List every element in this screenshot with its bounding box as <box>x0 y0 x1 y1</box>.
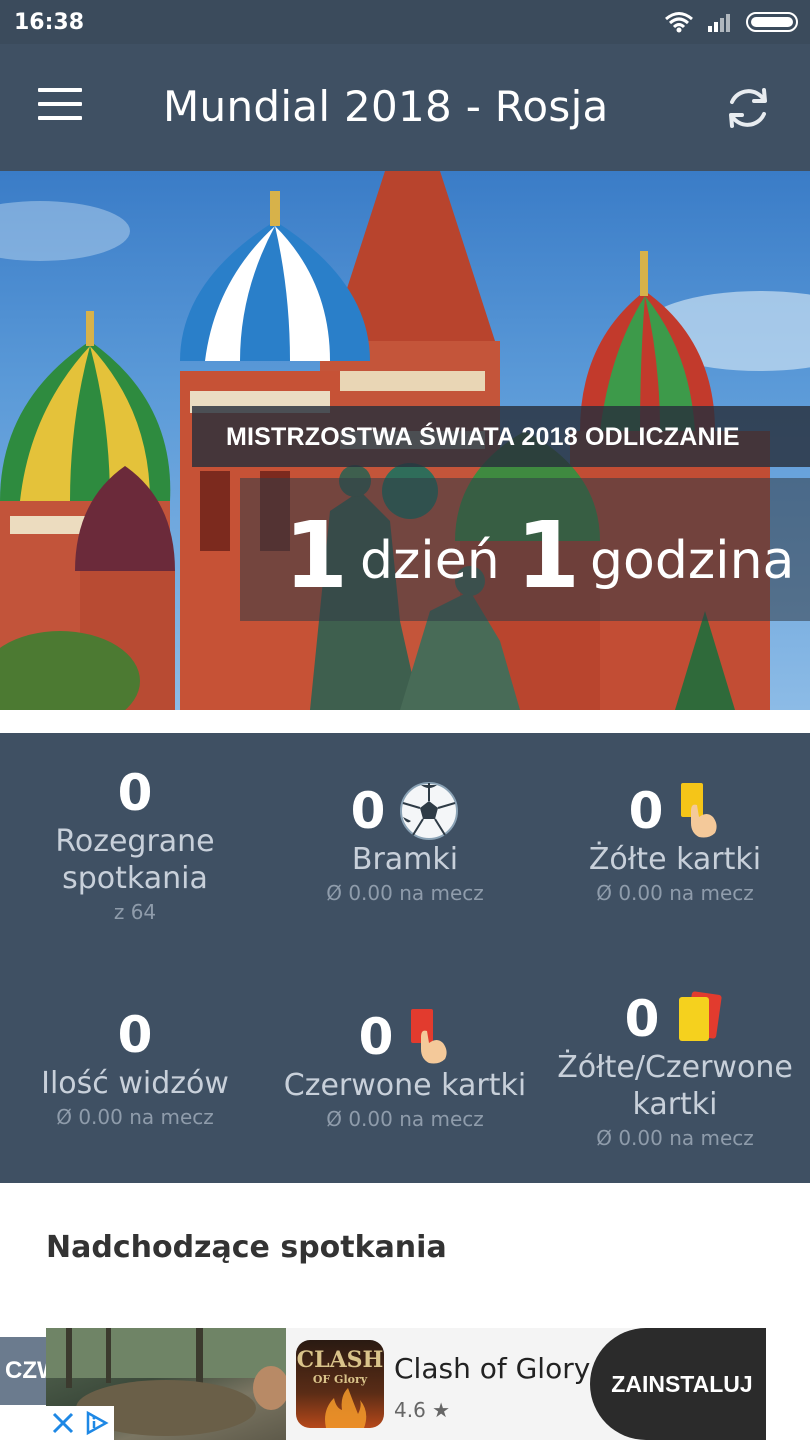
countdown-label-box: MISTRZOSTWA ŚWIATA 2018 ODLICZANIE <box>192 406 810 467</box>
stat-value: 0 <box>117 764 153 822</box>
ad-rating: 4.6 ★ <box>394 1398 451 1422</box>
stat-matches-played: 0 Rozegrane spotkania z 64 <box>0 763 270 927</box>
stat-sub: z 64 <box>113 900 157 924</box>
stat-sub: Ø 0.00 na mecz <box>596 881 754 905</box>
stat-label: Żółte kartki <box>588 842 762 877</box>
status-icons <box>664 10 798 34</box>
stat-red-cards: 0 Czerwone kartki Ø 0.00 na mecz <box>270 1007 540 1134</box>
wifi-icon <box>665 12 693 33</box>
yellow-card-icon <box>681 783 717 838</box>
hero-banner: MISTRZOSTWA ŚWIATA 2018 ODLICZANIE 1 dzi… <box>0 171 810 710</box>
stat-yellow-red-cards: 0 Żółte/Czerwone kartki Ø 0.00 na mecz <box>540 989 810 1153</box>
yellow-red-card-icon <box>679 991 722 1041</box>
upcoming-matches-title: Nadchodzące spotkania <box>46 1230 447 1265</box>
status-time: 16:38 <box>14 10 85 35</box>
stat-label: Żółte/Czerwone <box>557 1050 793 1085</box>
countdown-timer: 1 dzień 1 godzina <box>240 478 810 621</box>
stat-label: kartki <box>632 1087 718 1122</box>
soccer-ball-icon <box>400 782 459 840</box>
stat-label: Bramki <box>351 842 459 877</box>
fire-icon <box>325 1388 367 1428</box>
battery-icon <box>746 12 798 32</box>
stat-label: spotkania <box>62 861 208 896</box>
stat-label: Rozegrane <box>55 824 215 859</box>
star-icon: ★ <box>432 1398 451 1422</box>
stat-sub: Ø 0.00 na mecz <box>326 881 484 905</box>
stat-yellow-cards: 0 Żółte kartki Ø 0.00 na mecz <box>540 781 810 908</box>
countdown-days-unit: dzień <box>360 531 500 591</box>
stat-attendance: 0 Ilość widzów Ø 0.00 na mecz <box>0 1005 270 1132</box>
stat-sub: Ø 0.00 na mecz <box>596 1126 754 1150</box>
stat-value: 0 <box>625 989 726 1049</box>
ad-app-name[interactable]: Clash of Glory <box>394 1352 590 1385</box>
countdown-hours-value: 1 <box>516 502 581 609</box>
countdown-days-value: 1 <box>284 502 349 609</box>
stat-value: 0 <box>117 1006 153 1064</box>
refresh-icon[interactable] <box>720 80 776 136</box>
stat-value: 0 <box>351 781 460 841</box>
close-icon <box>52 1412 74 1434</box>
adchoices-icon <box>86 1410 109 1436</box>
stat-sub: Ø 0.00 na mecz <box>326 1107 484 1131</box>
app-title: Mundial 2018 - Rosja <box>163 82 609 131</box>
countdown-label: MISTRZOSTWA ŚWIATA 2018 ODLICZANIE <box>226 423 740 451</box>
tournament-stats: 0 Rozegrane spotkania z 64 0 Bramki Ø 0.… <box>0 733 810 1183</box>
app-toolbar: Mundial 2018 - Rosja <box>0 44 810 171</box>
stat-label: Ilość widzów <box>41 1066 229 1101</box>
red-card-icon <box>411 1009 447 1064</box>
ad-app-logo[interactable]: CLASH OF Glory <box>296 1340 384 1428</box>
ad-banner[interactable]: CLASH OF Glory Clash of Glory 4.6 ★ ZAIN… <box>46 1328 766 1440</box>
status-bar: 16:38 <box>0 0 810 44</box>
stat-label: Czerwone kartki <box>283 1068 527 1103</box>
stat-value: 0 <box>629 781 722 841</box>
hamburger-menu-icon[interactable] <box>38 88 88 128</box>
stat-sub: Ø 0.00 na mecz <box>56 1105 214 1129</box>
countdown-hours-unit: godzina <box>590 531 795 591</box>
ad-image[interactable] <box>46 1328 286 1440</box>
side-tab[interactable]: CZW <box>0 1337 46 1405</box>
ad-close-button[interactable] <box>46 1406 114 1440</box>
signal-icon <box>708 14 730 32</box>
stat-value: 0 <box>359 1007 452 1067</box>
stat-goals: 0 Bramki Ø 0.00 na mecz <box>270 781 540 908</box>
install-button[interactable]: ZAINSTALUJ <box>590 1328 766 1440</box>
